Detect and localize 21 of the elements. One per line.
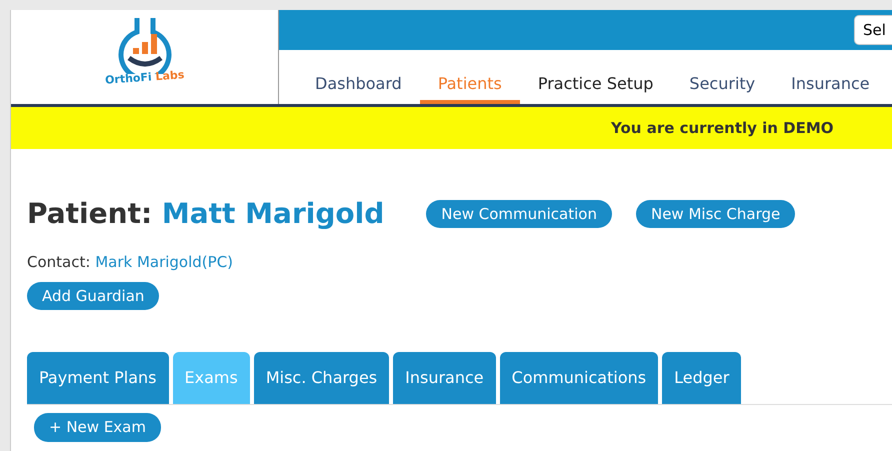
nav-tab[interactable]: Insurance: [773, 72, 888, 104]
section-tab[interactable]: Exams: [172, 352, 250, 404]
contact-line: Contact: Mark Marigold(PC): [27, 252, 234, 273]
demo-banner: You are currently in DEMO: [11, 107, 892, 149]
add-guardian-button[interactable]: Add Guardian: [27, 282, 160, 310]
nav-tab[interactable]: Dashboard: [297, 72, 420, 104]
action-button[interactable]: New Misc Charge: [636, 200, 796, 228]
section-tab[interactable]: Insurance: [393, 352, 496, 404]
section-tab[interactable]: Communications: [500, 352, 658, 404]
select-field[interactable]: Sel: [854, 15, 892, 45]
logo-text: Labs: [154, 68, 185, 84]
logo-text: OrthoFi: [104, 70, 153, 87]
nav-tab[interactable]: Practice Setup: [520, 72, 672, 104]
section-tab[interactable]: Payment Plans: [27, 352, 169, 404]
new-exam-button[interactable]: + New Exam: [34, 413, 161, 442]
contact-link[interactable]: Mark Marigold(PC): [95, 253, 234, 271]
section-tab[interactable]: Ledger: [662, 352, 742, 404]
action-button[interactable]: New Communication: [426, 200, 612, 228]
patient-title: Patient: Matt Marigold: [27, 196, 384, 232]
section-tab[interactable]: Misc. Charges: [254, 352, 390, 404]
nav-tab[interactable]: Security: [671, 72, 774, 104]
